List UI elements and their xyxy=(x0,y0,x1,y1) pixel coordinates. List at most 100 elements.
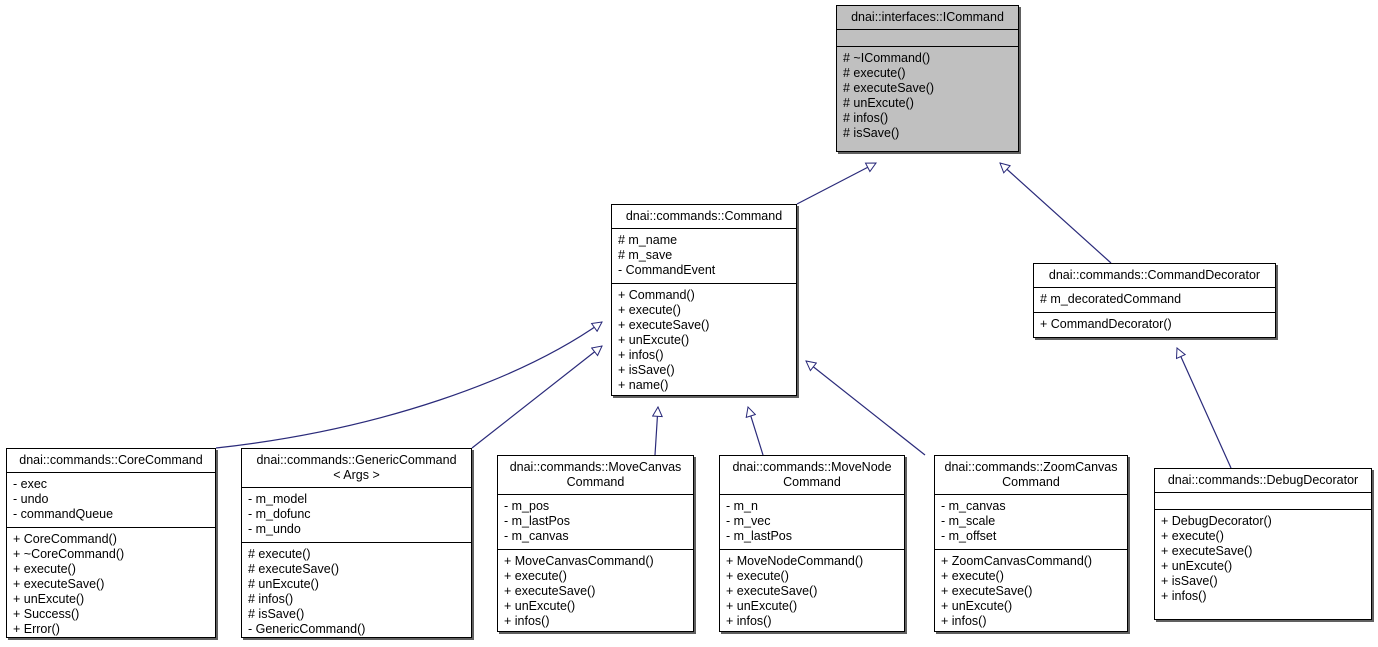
inheritance-edge-commanddecorator-to-icommand xyxy=(1000,163,1112,264)
uml-attribute: - CommandEvent xyxy=(618,263,716,277)
uml-operation: + executeSave() xyxy=(726,584,818,598)
uml-attribute: - m_n xyxy=(726,499,758,513)
uml-attribute: # m_decoratedCommand xyxy=(1040,292,1182,306)
uml-operation: + execute() xyxy=(504,569,567,583)
inheritance-edge-genericcommand-to-command xyxy=(471,346,602,449)
uml-attributes-icommand xyxy=(837,30,1018,47)
uml-operation: + execute() xyxy=(1161,529,1224,543)
uml-attribute: - m_vec xyxy=(726,514,771,528)
uml-operation: + Command() xyxy=(618,288,695,302)
inheritance-edge-command-to-icommand xyxy=(796,162,876,205)
uml-operation: + MoveCanvasCommand() xyxy=(504,554,654,568)
uml-attributes-command: # m_name # m_save - CommandEvent xyxy=(612,229,796,284)
uml-operation: + unExcute() xyxy=(13,592,85,606)
uml-operation: # executeSave() xyxy=(248,562,340,576)
uml-operation: + unExcute() xyxy=(504,599,576,613)
uml-attribute: - m_lastPos xyxy=(504,514,570,528)
uml-operation: + CoreCommand() xyxy=(13,532,117,546)
uml-class-movecanvascommand[interactable]: dnai::commands::MoveCanvas Command - m_po… xyxy=(497,455,694,632)
uml-operations-corecommand: + CoreCommand() + ~CoreCommand() + execute… xyxy=(7,528,215,642)
uml-class-icommand[interactable]: dnai::interfaces::ICommand # ~ICommand() #… xyxy=(836,5,1019,152)
uml-operation: + unExcute() xyxy=(1161,559,1233,573)
uml-class-corecommand[interactable]: dnai::commands::CoreCommand - exec - undo -… xyxy=(6,448,216,638)
uml-attribute: - m_offset xyxy=(941,529,997,543)
uml-operation: + name() xyxy=(618,378,669,392)
uml-class-commanddecorator[interactable]: dnai::commands::CommandDecorator# m_deco… xyxy=(1033,263,1276,338)
uml-attribute: - m_scale xyxy=(941,514,996,528)
uml-class-debugdecorator[interactable]: dnai::commands::DebugDecorator + DebugDec… xyxy=(1154,468,1372,620)
uml-operation: + executeSave() xyxy=(1161,544,1253,558)
uml-operations-debugdecorator: + DebugDecorator() + execute() + executeSa… xyxy=(1155,510,1371,609)
uml-operations-command: + Command() + execute() + executeSave() + u… xyxy=(612,284,796,398)
uml-operation: + unExcute() xyxy=(941,599,1013,613)
uml-attributes-genericcommand: - m_model - m_dofunc - m_undo xyxy=(242,488,471,543)
uml-operation: # infos() xyxy=(843,111,889,125)
uml-operation: + DebugDecorator() xyxy=(1161,514,1272,528)
uml-operation: # unExcute() xyxy=(248,577,319,591)
inheritance-edge-corecommand-to-command xyxy=(215,322,602,449)
uml-operation: + infos() xyxy=(726,614,772,628)
uml-class-title-corecommand: dnai::commands::CoreCommand xyxy=(7,449,215,473)
uml-attributes-debugdecorator xyxy=(1155,493,1371,510)
uml-operation: + execute() xyxy=(618,303,681,317)
uml-operation: + CommandDecorator() xyxy=(1040,317,1172,331)
uml-attributes-zoomcanvascommand: - m_canvas - m_scale - m_offset xyxy=(935,495,1127,550)
uml-attribute: - m_canvas xyxy=(504,529,569,543)
class-diagram-canvas: dnai::interfaces::ICommand # ~ICommand() #… xyxy=(0,0,1378,647)
uml-operation: + isSave() xyxy=(618,363,675,377)
uml-attribute: - m_lastPos xyxy=(726,529,792,543)
uml-attribute: # m_save xyxy=(618,248,673,262)
uml-operation: + infos() xyxy=(618,348,664,362)
uml-class-title-genericcommand: dnai::commands::GenericCommand < Args > xyxy=(242,449,471,488)
uml-attribute: - m_canvas xyxy=(941,499,1006,513)
uml-operations-genericcommand: # execute() # executeSave() # unExcute() # … xyxy=(242,543,471,642)
uml-class-title-movenodecommand: dnai::commands::MoveNode Command xyxy=(720,456,904,495)
uml-operation: + ZoomCanvasCommand() xyxy=(941,554,1093,568)
uml-attribute: - m_pos xyxy=(504,499,550,513)
uml-operation: + executeSave() xyxy=(504,584,596,598)
uml-operation: + executeSave() xyxy=(618,318,710,332)
uml-class-title-zoomcanvascommand: dnai::commands::ZoomCanvas Command xyxy=(935,456,1127,495)
uml-operation: + executeSave() xyxy=(13,577,105,591)
uml-class-genericcommand[interactable]: dnai::commands::GenericCommand < Args > -… xyxy=(241,448,472,638)
uml-operation: # execute() xyxy=(843,66,906,80)
uml-class-title-movecanvascommand: dnai::commands::MoveCanvas Command xyxy=(498,456,693,495)
uml-operations-icommand: # ~ICommand() # execute() # executeSave() #… xyxy=(837,47,1018,146)
uml-attribute: - undo xyxy=(13,492,49,506)
uml-operation: + execute() xyxy=(13,562,76,576)
uml-class-zoomcanvascommand[interactable]: dnai::commands::ZoomCanvas Command - m_ca… xyxy=(934,455,1128,632)
uml-operation: + execute() xyxy=(726,569,789,583)
uml-attributes-movenodecommand: - m_n - m_vec - m_lastPos xyxy=(720,495,904,550)
uml-operations-commanddecorator: + CommandDecorator() xyxy=(1034,313,1275,337)
uml-operation: + Error() xyxy=(13,622,60,636)
uml-attributes-movecanvascommand: - m_pos - m_lastPos - m_canvas xyxy=(498,495,693,550)
uml-attributes-corecommand: - exec - undo - commandQueue xyxy=(7,473,215,528)
uml-operations-movenodecommand: + MoveNodeCommand() + execute() + executeS… xyxy=(720,550,904,634)
uml-class-title-commanddecorator: dnai::commands::CommandDecorator xyxy=(1034,264,1275,288)
uml-attributes-commanddecorator: # m_decoratedCommand xyxy=(1034,288,1275,313)
uml-operation: + executeSave() xyxy=(941,584,1033,598)
uml-attribute: - m_dofunc xyxy=(248,507,311,521)
uml-operation: + ~CoreCommand() xyxy=(13,547,125,561)
uml-operations-movecanvascommand: + MoveCanvasCommand() + execute() + execut… xyxy=(498,550,693,634)
uml-class-title-command: dnai::commands::Command xyxy=(612,205,796,229)
uml-operation: + infos() xyxy=(1161,589,1207,603)
uml-class-title-icommand: dnai::interfaces::ICommand xyxy=(837,6,1018,30)
uml-operation: + MoveNodeCommand() xyxy=(726,554,864,568)
uml-operation: # ~ICommand() xyxy=(843,51,931,65)
inheritance-edge-debugdecorator-to-commanddecorator xyxy=(1177,348,1232,469)
uml-operation: # isSave() xyxy=(843,126,900,140)
inheritance-edge-movecanvascommand-to-command xyxy=(655,407,658,456)
uml-operation: + Success() xyxy=(13,607,80,621)
uml-attribute: - commandQueue xyxy=(13,507,114,521)
uml-attribute: # m_name xyxy=(618,233,678,247)
uml-class-movenodecommand[interactable]: dnai::commands::MoveNode Command - m_n - m… xyxy=(719,455,905,632)
uml-operation: # isSave() xyxy=(248,607,305,621)
uml-operation: + execute() xyxy=(941,569,1004,583)
uml-operations-zoomcanvascommand: + ZoomCanvasCommand() + execute() + execut… xyxy=(935,550,1127,634)
uml-operation: - GenericCommand() xyxy=(248,622,366,636)
uml-operation: # executeSave() xyxy=(843,81,935,95)
uml-operation: + unExcute() xyxy=(726,599,798,613)
uml-class-command[interactable]: dnai::commands::Command # m_name # m_save -… xyxy=(611,204,797,396)
inheritance-edge-movenodecommand-to-command xyxy=(748,407,764,456)
